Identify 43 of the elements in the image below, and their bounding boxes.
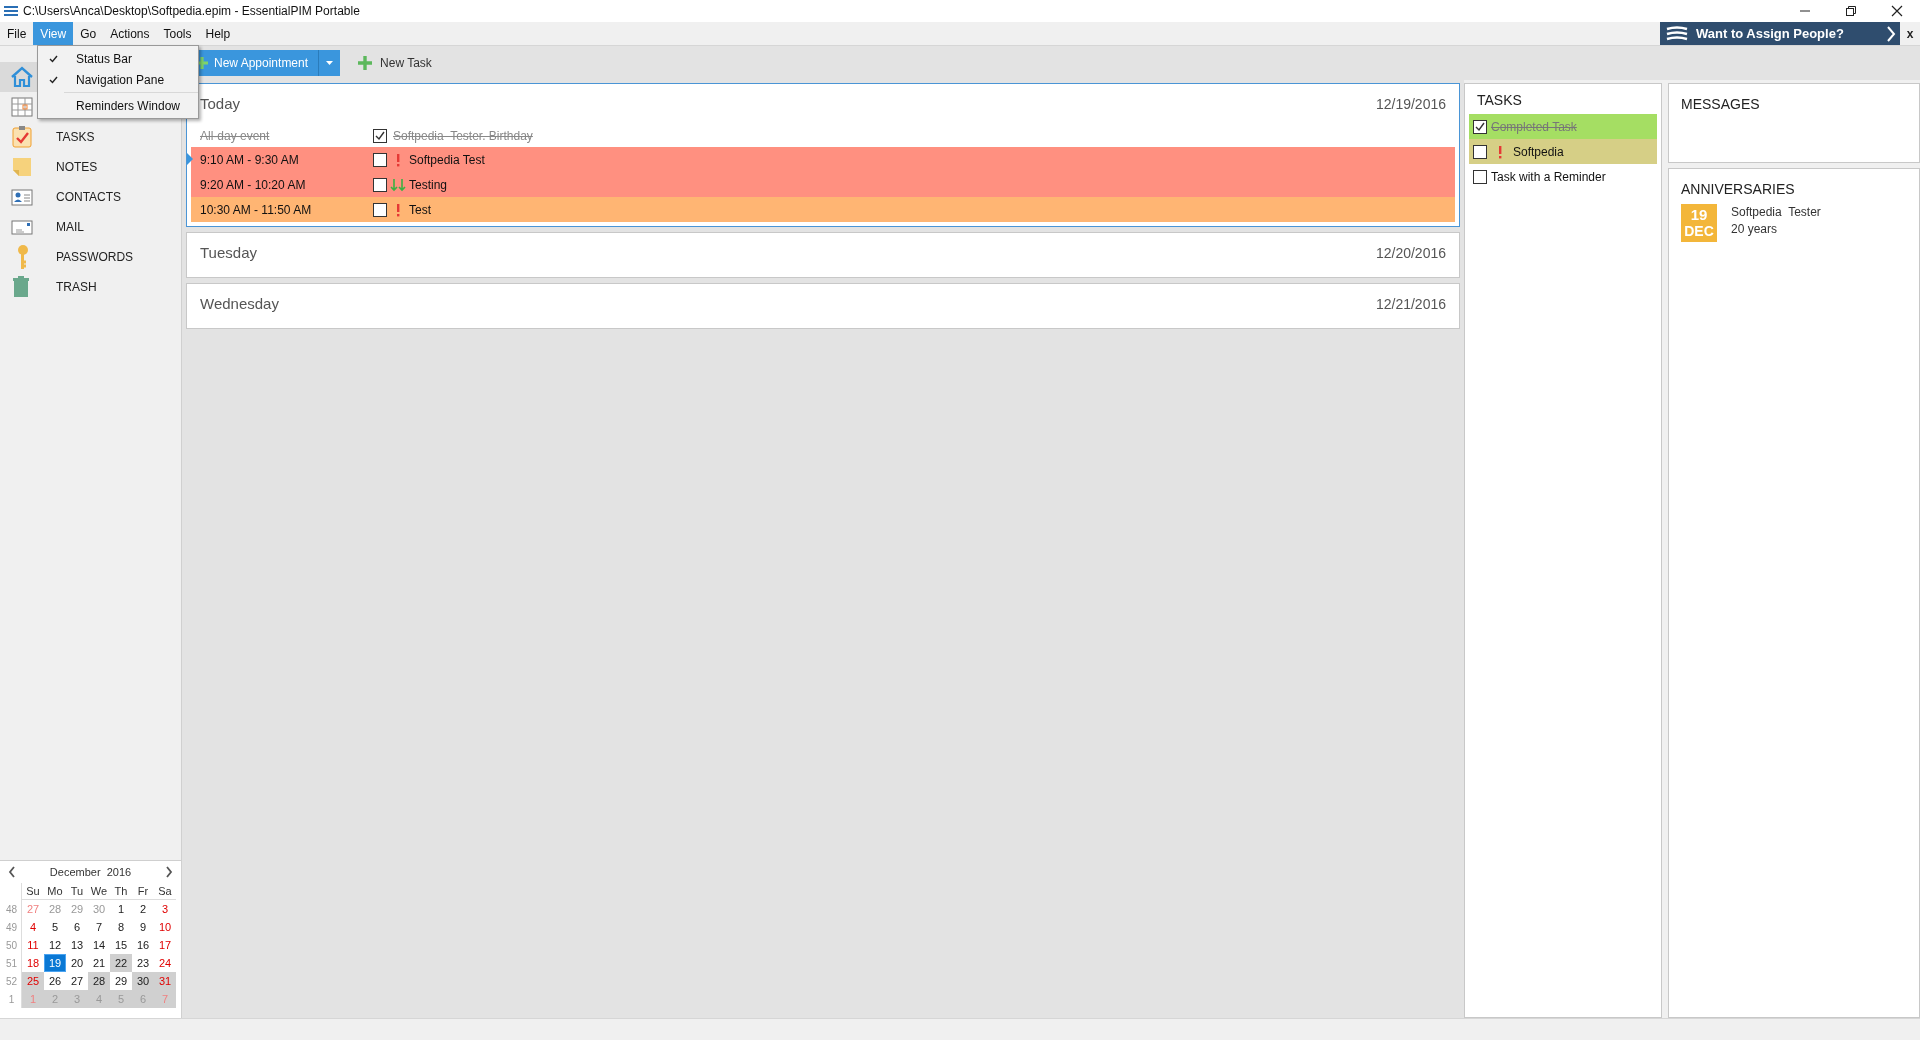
day-heading: Wednesday	[200, 293, 279, 314]
day-heading: Today	[200, 93, 241, 114]
week-number: 51	[2, 954, 22, 972]
window-title: C:\Users\Anca\Desktop\Softpedia.epim - EssentialPIM Portable	[23, 3, 360, 20]
weekday-label: We	[88, 883, 110, 900]
menu-option-label: Reminders Window	[75, 97, 181, 115]
day-date: 12/20/2016	[1375, 243, 1446, 263]
appointment-title: Testing	[409, 176, 448, 194]
event-title: Softpedia Tester. Birthday	[393, 127, 533, 145]
month-title: December 2016	[49, 864, 132, 880]
menu-option-label: Navigation Pane	[75, 71, 165, 89]
appointment-time: 9:10 AM - 9:30 AM	[200, 151, 300, 169]
button-label: New Appointment	[214, 55, 309, 72]
week-number: 48	[2, 900, 22, 918]
day-heading: Tuesday	[200, 242, 257, 263]
day-date: 12/21/2016	[1375, 294, 1446, 314]
menu-option-label: Status Bar	[75, 50, 133, 68]
appointment-title: Test	[409, 201, 431, 219]
weekday-label: Su	[22, 883, 44, 900]
weekday-label: Fr	[132, 883, 154, 900]
weekday-label: Th	[110, 883, 132, 900]
week-number: 49	[2, 918, 22, 936]
appointment-time: 10:30 AM - 11:50 AM	[200, 201, 313, 219]
anniversary-name: Softpedia Tester	[1731, 204, 1821, 221]
anniversary-years: 20 years	[1731, 221, 1779, 238]
panel-heading: ANNIVERSARIES	[1681, 180, 1796, 199]
button-label: New Task	[380, 55, 432, 72]
badge-day: 19	[1690, 207, 1708, 223]
task-title: Task with a Reminder	[1491, 168, 1606, 186]
task-title: Completed Task	[1491, 118, 1577, 136]
weekday-label: Tu	[66, 883, 88, 900]
day-date: 12/19/2016	[1375, 94, 1446, 114]
panel-heading: MESSAGES	[1681, 95, 1761, 114]
weekday-label: Sa	[154, 883, 176, 900]
badge-month: DEC	[1684, 223, 1714, 239]
banner-text: Want to Assign People?	[1696, 24, 1845, 43]
all-day-label: All-day event	[200, 127, 271, 145]
week-number: 50	[2, 936, 22, 954]
panel-heading: TASKS	[1476, 91, 1523, 110]
task-title: Softpedia	[1513, 143, 1564, 161]
appointment-time: 9:20 AM - 10:20 AM	[200, 176, 307, 194]
appointment-title: Softpedia Test	[409, 151, 485, 169]
weekday-label: Mo	[44, 883, 66, 900]
